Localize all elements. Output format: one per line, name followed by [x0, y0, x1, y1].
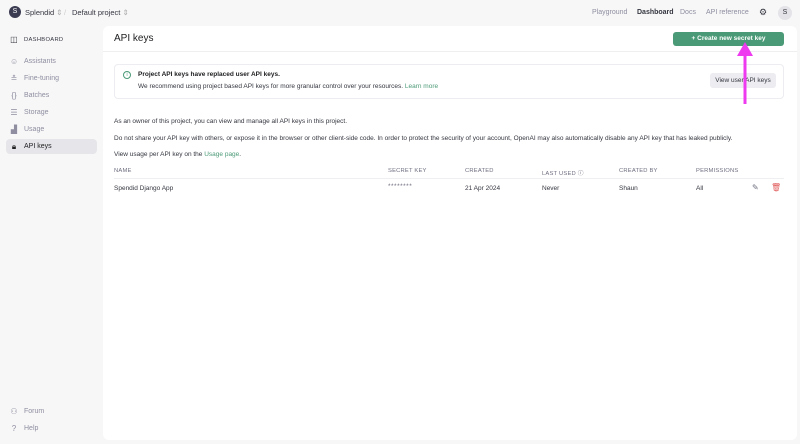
batches-icon: {}	[11, 91, 17, 100]
header-divider	[114, 178, 784, 179]
settings-gear-icon[interactable]: ⚙	[759, 7, 767, 18]
notice-banner: i Project API keys have replaced user AP…	[114, 64, 784, 99]
key-name: Spendid Django App	[114, 185, 174, 192]
button-label: Create new secret key	[697, 35, 766, 42]
sidebar-toggle[interactable]: ◫ DASHBOARD	[6, 32, 97, 47]
project-switcher[interactable]: Default project ⇕	[72, 8, 129, 17]
sidebar-item-label: Forum	[24, 408, 45, 415]
notice-title: Project API keys have replaced user API …	[138, 71, 280, 78]
edit-icon[interactable]: ✎	[752, 183, 759, 192]
col-permissions: PERMISSIONS	[696, 168, 739, 174]
security-text: Do not share your API key with others, o…	[114, 135, 733, 142]
col-created: CREATED	[465, 168, 494, 174]
sidebar-item-api-keys[interactable]: 🔒︎ API keys	[6, 139, 97, 154]
key-permissions: All	[696, 185, 704, 192]
help-icon: ?	[11, 424, 17, 433]
nav-api-reference[interactable]: API reference	[706, 9, 749, 16]
chevron-updown-icon: ⇕	[122, 8, 129, 17]
sidebar-item-help[interactable]: ? Help	[6, 421, 97, 436]
nav-dashboard[interactable]: Dashboard	[637, 9, 674, 16]
col-name: NAME	[114, 168, 132, 174]
sidebar-header: DASHBOARD	[24, 36, 64, 43]
org-switcher[interactable]: Splendid ⇕	[25, 8, 63, 17]
notice-body: We recommend using project based API key…	[138, 83, 438, 90]
learn-more-link[interactable]: Learn more	[405, 83, 438, 90]
chevron-updown-icon: ⇕	[56, 8, 63, 17]
assistant-icon: ☺	[10, 57, 19, 66]
col-label: LAST USED	[542, 171, 576, 177]
chart-icon: ▟	[10, 125, 18, 134]
sidebar-item-label: API keys	[24, 143, 52, 150]
main-panel: API keys + Create new secret key i Proje…	[103, 26, 797, 440]
page-header: API keys + Create new secret key	[103, 26, 797, 52]
nav-playground[interactable]: Playground	[592, 9, 627, 16]
page-title: API keys	[114, 33, 154, 44]
usage-text: View usage per API key on the Usage page…	[114, 151, 242, 158]
top-bar: S Splendid ⇕ / Default project ⇕ Playgro…	[0, 0, 800, 26]
key-created-by: Shaun	[619, 185, 638, 192]
sidebar-item-label: Fine-tuning	[24, 75, 60, 82]
nav-docs[interactable]: Docs	[680, 9, 696, 16]
key-created: 21 Apr 2024	[465, 185, 501, 192]
annotation-arrow	[737, 42, 753, 104]
sidebar-item-assistants[interactable]: ☺ Assistants	[6, 54, 97, 69]
key-secret: ********	[388, 183, 413, 190]
sidebar-item-label: Storage	[24, 109, 49, 116]
sliders-icon: ≛	[10, 74, 18, 83]
sidebar-item-fine-tuning[interactable]: ≛ Fine-tuning	[6, 71, 97, 86]
user-avatar[interactable]: S	[778, 6, 792, 20]
create-secret-key-button[interactable]: + Create new secret key	[673, 32, 784, 46]
usage-page-link[interactable]: Usage page	[204, 151, 239, 158]
sidebar-item-label: Help	[24, 425, 39, 432]
lock-icon: 🔒︎	[11, 141, 17, 151]
breadcrumb-separator: /	[64, 8, 67, 17]
sidebar-item-label: Usage	[24, 126, 45, 133]
project-name: Default project	[72, 8, 121, 17]
database-icon: ☰	[10, 108, 18, 117]
people-icon: ⚇	[10, 407, 18, 416]
sidebar-item-storage[interactable]: ☰ Storage	[6, 105, 97, 120]
col-created-by: CREATED BY	[619, 168, 658, 174]
info-icon: i	[123, 71, 131, 79]
trash-icon[interactable]: 🗑︎	[771, 183, 781, 192]
org-avatar[interactable]: S	[9, 6, 21, 18]
sidebar-item-label: Assistants	[24, 58, 56, 65]
org-name: Splendid	[25, 8, 55, 17]
usage-prefix: View usage per API key on the	[114, 151, 203, 158]
key-last-used: Never	[542, 185, 560, 192]
col-secret-key: SECRET KEY	[388, 168, 427, 174]
owner-text: As an owner of this project, you can vie…	[114, 118, 348, 125]
notice-text: We recommend using project based API key…	[138, 83, 404, 90]
sidebar-panel-icon: ◫	[10, 35, 18, 44]
sidebar-item-usage[interactable]: ▟ Usage	[6, 122, 97, 137]
col-last-used: LAST USED ⓘ	[542, 168, 584, 177]
sidebar-item-forum[interactable]: ⚇ Forum	[6, 404, 97, 419]
info-icon[interactable]: ⓘ	[578, 171, 584, 177]
sidebar-item-batches[interactable]: {} Batches	[6, 88, 97, 103]
sidebar-item-label: Batches	[24, 92, 50, 99]
